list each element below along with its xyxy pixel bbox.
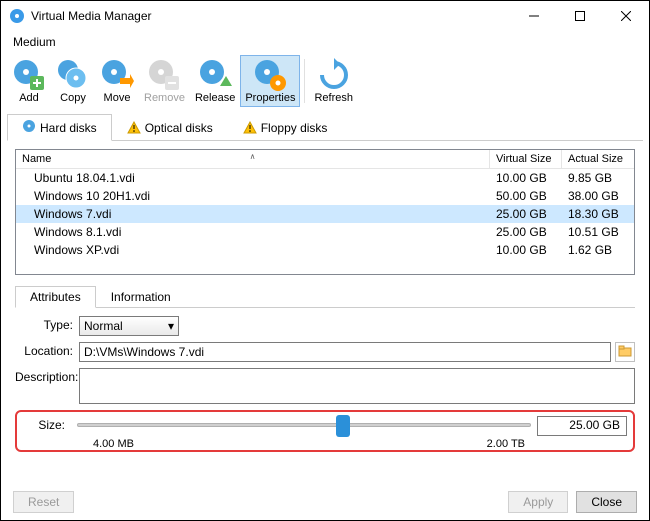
column-name[interactable]: Name∧ bbox=[16, 150, 490, 168]
slider-thumb[interactable] bbox=[336, 415, 350, 437]
tab-floppy-disks[interactable]: Floppy disks bbox=[228, 114, 343, 141]
properties-label: Properties bbox=[245, 92, 295, 104]
column-actual-size[interactable]: Actual Size bbox=[562, 150, 634, 168]
sort-indicator-icon: ∧ bbox=[250, 152, 256, 161]
tab-information[interactable]: Information bbox=[96, 286, 186, 308]
menubar: Medium bbox=[1, 31, 649, 53]
properties-disk-icon bbox=[253, 58, 287, 92]
location-label: Location: bbox=[15, 342, 79, 358]
size-highlight: Size: 25.00 GB 4.00 MB 2.00 TB bbox=[15, 410, 635, 452]
size-value[interactable]: 25.00 GB bbox=[537, 416, 627, 436]
table-row[interactable]: Windows XP.vdi10.00 GB1.62 GB bbox=[16, 241, 634, 259]
refresh-icon bbox=[317, 58, 351, 92]
refresh-button[interactable]: Refresh bbox=[309, 55, 358, 107]
size-max-label: 2.00 TB bbox=[487, 438, 525, 450]
folder-icon bbox=[618, 344, 632, 361]
window-title: Virtual Media Manager bbox=[31, 9, 511, 23]
titlebar: Virtual Media Manager bbox=[1, 1, 649, 31]
copy-disk-icon bbox=[56, 58, 90, 92]
tab-attributes[interactable]: Attributes bbox=[15, 286, 96, 308]
chevron-down-icon: ▾ bbox=[168, 319, 174, 333]
maximize-button[interactable] bbox=[557, 1, 603, 31]
footer: Reset Apply Close bbox=[1, 484, 649, 520]
hard-disk-icon bbox=[22, 119, 36, 136]
type-select[interactable]: Normal ▾ bbox=[79, 316, 179, 336]
attribute-tabs: Attributes Information bbox=[15, 285, 635, 308]
location-input[interactable] bbox=[79, 342, 611, 362]
move-label: Move bbox=[104, 92, 131, 104]
minimize-button[interactable] bbox=[511, 1, 557, 31]
slider-track bbox=[77, 423, 531, 427]
refresh-label: Refresh bbox=[314, 92, 353, 104]
description-input[interactable] bbox=[79, 368, 635, 404]
media-type-tabs: Hard disks Optical disks Floppy disks bbox=[7, 113, 643, 141]
reset-button: Reset bbox=[13, 491, 74, 513]
type-label: Type: bbox=[15, 316, 79, 332]
size-label: Size: bbox=[23, 416, 71, 432]
toolbar-separator bbox=[304, 59, 305, 103]
toolbar: Add Copy Move Remove Release Properties … bbox=[1, 53, 649, 113]
app-icon bbox=[9, 8, 25, 24]
warning-icon bbox=[127, 121, 141, 135]
tab-optical-label: Optical disks bbox=[145, 121, 213, 135]
move-button[interactable]: Move bbox=[95, 55, 139, 107]
browse-location-button[interactable] bbox=[615, 342, 635, 362]
remove-label: Remove bbox=[144, 92, 185, 104]
tab-optical-disks[interactable]: Optical disks bbox=[112, 114, 228, 141]
add-button[interactable]: Add bbox=[7, 55, 51, 107]
copy-label: Copy bbox=[60, 92, 86, 104]
add-label: Add bbox=[19, 92, 39, 104]
add-disk-icon bbox=[12, 58, 46, 92]
column-virtual-size[interactable]: Virtual Size bbox=[490, 150, 562, 168]
release-disk-icon bbox=[198, 58, 232, 92]
table-row[interactable]: Windows 7.vdi25.00 GB18.30 GB bbox=[16, 205, 634, 223]
properties-button[interactable]: Properties bbox=[240, 55, 300, 107]
apply-button: Apply bbox=[508, 491, 568, 513]
release-button[interactable]: Release bbox=[190, 55, 240, 107]
warning-icon bbox=[243, 121, 257, 135]
close-button[interactable] bbox=[603, 1, 649, 31]
description-label: Description: bbox=[15, 368, 79, 384]
list-header: Name∧ Virtual Size Actual Size bbox=[16, 150, 634, 169]
tab-hard-label: Hard disks bbox=[40, 121, 97, 135]
tab-hard-disks[interactable]: Hard disks bbox=[7, 114, 112, 141]
release-label: Release bbox=[195, 92, 235, 104]
copy-button[interactable]: Copy bbox=[51, 55, 95, 107]
table-row[interactable]: Windows 8.1.vdi25.00 GB10.51 GB bbox=[16, 223, 634, 241]
attributes-form: Type: Normal ▾ Location: Description: Si… bbox=[15, 316, 635, 452]
menu-medium[interactable]: Medium bbox=[9, 33, 60, 51]
table-row[interactable]: Windows 10 20H1.vdi50.00 GB38.00 GB bbox=[16, 187, 634, 205]
media-list: Name∧ Virtual Size Actual Size Ubuntu 18… bbox=[15, 149, 635, 275]
tab-floppy-label: Floppy disks bbox=[261, 121, 328, 135]
close-button-footer[interactable]: Close bbox=[576, 491, 637, 513]
size-min-label: 4.00 MB bbox=[93, 438, 134, 450]
remove-disk-icon bbox=[147, 58, 181, 92]
size-slider[interactable] bbox=[77, 416, 531, 436]
table-row[interactable]: Ubuntu 18.04.1.vdi10.00 GB9.85 GB bbox=[16, 169, 634, 187]
remove-button: Remove bbox=[139, 55, 190, 107]
move-disk-icon bbox=[100, 58, 134, 92]
